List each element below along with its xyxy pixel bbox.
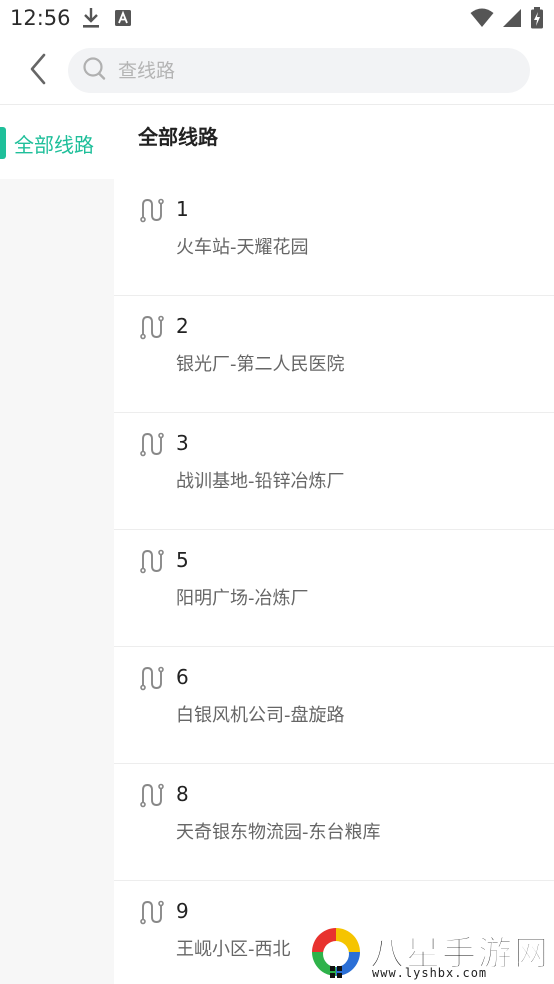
route-number: 6: [176, 665, 189, 689]
status-left-icons: [82, 7, 132, 33]
route-icon: [138, 665, 164, 691]
route-item[interactable]: 2 银光厂-第二人民医院: [114, 296, 554, 413]
route-icon: [138, 431, 164, 457]
route-desc: 阳明广场-冶炼厂: [176, 588, 309, 609]
status-bar: 12:56: [0, 0, 554, 36]
status-time: 12:56: [10, 6, 71, 30]
wifi-icon: [470, 8, 494, 32]
battery-charging-icon: [530, 7, 544, 33]
route-desc: 战训基地-铅锌冶炼厂: [176, 471, 345, 492]
signal-icon: [502, 8, 522, 32]
route-panel: 全部线路 1 火车站-天耀花园 2 银光厂-第二人民医院 3 战训基地-铅锌冶炼…: [114, 105, 554, 984]
watermark: 八星手游网 www.lyshbx.com: [306, 924, 554, 984]
watermark-url: www.lyshbx.com: [372, 966, 488, 980]
route-number: 9: [176, 899, 189, 923]
route-number: 8: [176, 782, 189, 806]
route-number: 2: [176, 314, 189, 338]
route-list: 1 火车站-天耀花园 2 银光厂-第二人民医院 3 战训基地-铅锌冶炼厂 5 阳…: [114, 179, 554, 984]
route-icon: [138, 197, 164, 223]
sidebar-item-label: 全部线路: [14, 133, 94, 157]
sidebar-item-all-routes[interactable]: 全部线路: [0, 105, 114, 179]
route-desc: 银光厂-第二人民医院: [176, 354, 345, 375]
route-icon: [138, 782, 164, 808]
route-desc: 白银风机公司-盘旋路: [176, 705, 345, 726]
watermark-logo-icon: [308, 924, 364, 980]
route-icon: [138, 899, 164, 925]
section-title: 全部线路: [138, 125, 218, 149]
route-item[interactable]: 8 天奇银东物流园-东台粮库: [114, 764, 554, 881]
sidebar-selected-indicator: [0, 127, 6, 159]
route-desc: 天奇银东物流园-东台粮库: [176, 822, 381, 843]
route-item[interactable]: 6 白银风机公司-盘旋路: [114, 647, 554, 764]
route-desc: 王岘小区-西北: [176, 939, 291, 960]
search-icon: [82, 56, 108, 86]
route-number: 5: [176, 548, 189, 572]
status-right-icons: [470, 7, 544, 33]
route-item[interactable]: 1 火车站-天耀花园: [114, 179, 554, 296]
download-icon: [82, 7, 100, 33]
route-number: 1: [176, 197, 189, 221]
search-box[interactable]: [68, 48, 530, 93]
sidebar: 全部线路: [0, 105, 114, 984]
chevron-left-icon: [28, 53, 48, 89]
search-header: [0, 40, 554, 102]
route-item[interactable]: 5 阳明广场-冶炼厂: [114, 530, 554, 647]
route-desc: 火车站-天耀花园: [176, 237, 309, 258]
route-icon: [138, 314, 164, 340]
font-a-icon: [114, 9, 132, 31]
route-number: 3: [176, 431, 189, 455]
back-button[interactable]: [22, 52, 54, 90]
route-item[interactable]: 3 战训基地-铅锌冶炼厂: [114, 413, 554, 530]
route-icon: [138, 548, 164, 574]
search-input[interactable]: [118, 59, 498, 82]
